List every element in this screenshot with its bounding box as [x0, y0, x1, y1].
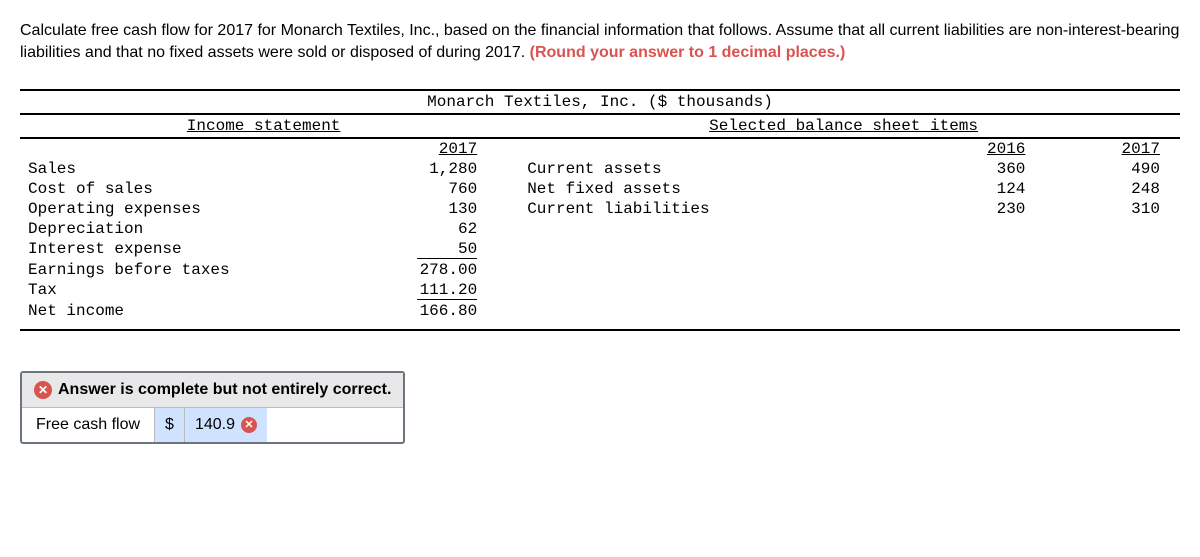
- table-row: Net fixed assets 124 248: [507, 179, 1180, 199]
- answer-value: 140.9: [195, 416, 235, 434]
- is-value: 111.20: [361, 281, 507, 300]
- is-label: Operating expenses: [20, 200, 361, 218]
- is-value: 166.80: [361, 302, 507, 320]
- feedback-box: ✕ Answer is complete but not entirely co…: [20, 371, 405, 444]
- incorrect-icon: ✕: [241, 417, 257, 433]
- answer-currency: $: [155, 408, 185, 442]
- table-row: Operating expenses 130: [20, 199, 507, 219]
- is-label: Net income: [20, 302, 361, 320]
- question-instruction: (Round your answer to 1 decimal places.): [530, 44, 846, 61]
- is-value: 130: [361, 200, 507, 218]
- is-label: Interest expense: [20, 240, 361, 259]
- is-year-2017: 2017: [361, 140, 507, 158]
- is-label: Earnings before taxes: [20, 261, 361, 279]
- answer-value-cell[interactable]: 140.9 ✕: [185, 408, 267, 442]
- is-label: Cost of sales: [20, 180, 361, 198]
- bs-value-2016: 230: [911, 200, 1046, 218]
- table-title: Monarch Textiles, Inc. ($ thousands): [20, 89, 1180, 115]
- income-statement-section: 2017 Sales 1,280 Cost of sales 760 Opera…: [20, 139, 507, 321]
- financial-table: Monarch Textiles, Inc. ($ thousands) Inc…: [20, 89, 1180, 331]
- is-value: 760: [361, 180, 507, 198]
- table-row: Tax 111.20: [20, 280, 507, 301]
- bs-label: Net fixed assets: [507, 180, 911, 198]
- table-row: Cost of sales 760: [20, 179, 507, 199]
- table-row: Current liabilities 230 310: [507, 199, 1180, 219]
- feedback-header: ✕ Answer is complete but not entirely co…: [22, 373, 403, 408]
- bs-value-2017: 490: [1045, 160, 1180, 178]
- bs-value-2017: 310: [1045, 200, 1180, 218]
- is-value: 278.00: [361, 261, 507, 279]
- bs-value-2016: 360: [911, 160, 1046, 178]
- is-value: 62: [361, 220, 507, 238]
- question-text: Calculate free cash flow for 2017 for Mo…: [20, 20, 1180, 65]
- income-statement-header: Income statement: [20, 115, 507, 137]
- table-row: Earnings before taxes 278.00: [20, 260, 507, 280]
- feedback-text: Answer is complete but not entirely corr…: [58, 381, 391, 399]
- bs-year-2016: 2016: [911, 140, 1046, 158]
- bs-year-2017: 2017: [1045, 140, 1180, 158]
- table-row: Interest expense 50: [20, 239, 507, 260]
- is-label: Tax: [20, 281, 361, 300]
- is-label: Sales: [20, 160, 361, 178]
- bs-value-2017: 248: [1045, 180, 1180, 198]
- bs-label: Current assets: [507, 160, 911, 178]
- balance-sheet-section: 2016 2017 Current assets 360 490 Net fix…: [507, 139, 1180, 321]
- balance-sheet-header: Selected balance sheet items: [507, 115, 1180, 137]
- table-row: Net income 166.80: [20, 301, 507, 321]
- is-value: 50: [361, 240, 507, 259]
- section-headers-row: Income statement Selected balance sheet …: [20, 115, 1180, 139]
- bs-label: Current liabilities: [507, 200, 911, 218]
- answer-label: Free cash flow: [22, 408, 155, 442]
- is-label: Depreciation: [20, 220, 361, 238]
- table-row: Current assets 360 490: [507, 159, 1180, 179]
- table-row: Sales 1,280: [20, 159, 507, 179]
- table-row: Depreciation 62: [20, 219, 507, 239]
- answer-row: Free cash flow $ 140.9 ✕: [22, 408, 403, 442]
- incorrect-icon: ✕: [34, 381, 52, 399]
- bs-value-2016: 124: [911, 180, 1046, 198]
- is-value: 1,280: [361, 160, 507, 178]
